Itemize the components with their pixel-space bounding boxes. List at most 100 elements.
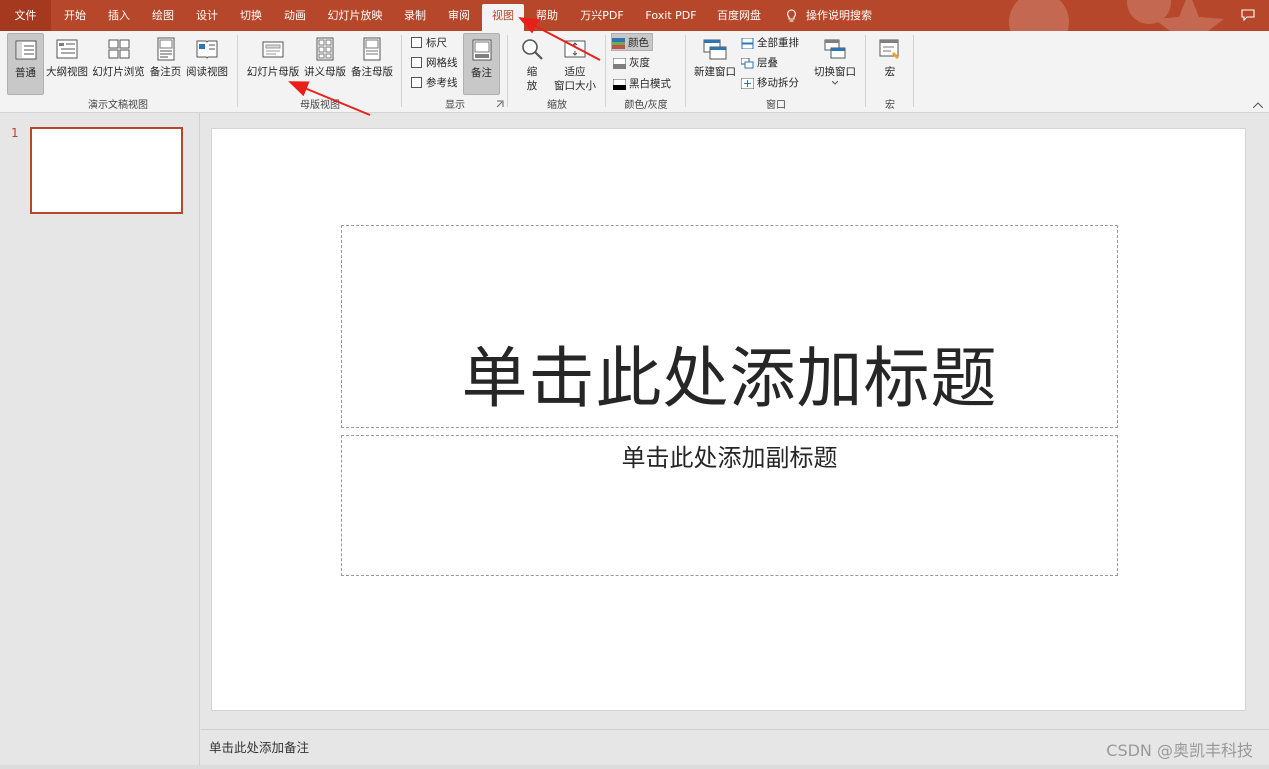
collapse-ribbon-icon[interactable]: [1253, 102, 1263, 108]
cascade-icon: [741, 57, 754, 68]
subtitle-placeholder-text: 单击此处添加副标题: [621, 444, 838, 472]
move-split-icon: [741, 77, 754, 89]
tab-file[interactable]: 文件: [0, 0, 51, 31]
notes-page-icon: [157, 37, 174, 61]
ruler-checkbox-box[interactable]: [411, 36, 422, 48]
slide-master-icon: [262, 41, 284, 58]
show-group-label: 显示: [445, 100, 465, 111]
slide-canvas[interactable]: 单击此处添加标题 单击此处添加副标题: [211, 128, 1246, 711]
comment-icon[interactable]: [1241, 9, 1255, 21]
slide-master-label: 幻灯片母版: [246, 66, 300, 78]
outline-view-icon: [56, 39, 78, 59]
new-window-icon: [703, 39, 727, 60]
tab-insert[interactable]: 插入: [98, 4, 140, 31]
black-white-icon: [613, 78, 626, 90]
group-zoom: 缩放 适应 窗口大小 缩放: [510, 31, 604, 113]
group-window: 新建窗口 全部重排 层叠 移动拆分 切换窗口 窗口: [688, 31, 864, 113]
notes-master-label: 备注母版: [351, 66, 393, 78]
master-views-group-label: 母版视图: [300, 100, 340, 111]
handout-master-button[interactable]: 讲义母版: [302, 33, 348, 95]
tab-animations[interactable]: 动画: [274, 4, 316, 31]
move-split-label: 移动拆分: [757, 77, 799, 89]
tab-design[interactable]: 设计: [186, 4, 228, 31]
notes-master-icon: [363, 37, 381, 61]
notes-page-label: 备注页: [149, 66, 182, 78]
tab-slideshow[interactable]: 幻灯片放映: [318, 4, 392, 31]
cascade-button[interactable]: 层叠: [741, 54, 778, 72]
fit-label-line1: 适应: [564, 66, 586, 78]
title-placeholder[interactable]: 单击此处添加标题: [341, 225, 1118, 428]
group-color-grayscale: 颜色 灰度 黑白模式 颜色/灰度: [608, 31, 684, 113]
tab-wondershare-pdf[interactable]: 万兴PDF: [572, 4, 632, 31]
tab-view[interactable]: 视图: [482, 4, 524, 31]
outline-view-label: 大纲视图: [46, 66, 88, 78]
tab-baidu-netdisk[interactable]: 百度网盘: [710, 4, 768, 31]
slide-thumbnail[interactable]: [30, 127, 183, 214]
fit-to-window-label: 适应 窗口大小: [550, 65, 600, 93]
switch-windows-button[interactable]: 切换窗口: [812, 33, 858, 95]
ruler-checkbox[interactable]: 标尺: [411, 34, 447, 52]
tab-review[interactable]: 审阅: [438, 4, 480, 31]
normal-view-button[interactable]: 普通: [7, 33, 44, 95]
notes-toggle-button[interactable]: 备注: [463, 33, 500, 95]
notes-icon: [472, 39, 491, 61]
group-master-views: 幻灯片母版 讲义母版 备注母版 母版视图: [240, 31, 400, 113]
arrange-all-label: 全部重排: [757, 37, 799, 49]
tab-draw[interactable]: 绘图: [142, 4, 184, 31]
color-button[interactable]: 颜色: [611, 33, 653, 51]
ruler-label: 标尺: [426, 37, 447, 49]
tab-home[interactable]: 开始: [54, 4, 96, 31]
slide-sorter-label: 幻灯片浏览: [92, 66, 145, 78]
ribbon-view: 普通 大纲视图 幻灯片浏览 备注页 阅读视图 演示文稿视图 幻灯片母版 讲义母版…: [0, 31, 1269, 113]
grayscale-button[interactable]: 灰度: [613, 54, 650, 72]
macros-button[interactable]: 宏: [872, 33, 908, 95]
tab-bar-decoration: [1009, 0, 1224, 31]
gridlines-label: 网格线: [426, 57, 458, 69]
group-separator: [685, 35, 686, 107]
group-presentation-views: 普通 大纲视图 幻灯片浏览 备注页 阅读视图 演示文稿视图: [0, 31, 236, 113]
fit-to-window-button[interactable]: 适应 窗口大小: [550, 33, 600, 95]
subtitle-placeholder[interactable]: 单击此处添加副标题: [341, 435, 1118, 576]
gridlines-checkbox[interactable]: 网格线: [411, 54, 458, 72]
cascade-label: 层叠: [757, 57, 778, 69]
title-placeholder-text: 单击此处添加标题: [461, 340, 998, 417]
group-separator: [401, 35, 402, 107]
zoom-label-line1: 缩: [526, 66, 538, 78]
guides-checkbox[interactable]: 参考线: [411, 74, 458, 92]
notes-master-button[interactable]: 备注母版: [348, 33, 396, 95]
black-white-button[interactable]: 黑白模式: [613, 75, 671, 93]
macros-label: 宏: [884, 66, 896, 78]
guides-label: 参考线: [426, 77, 458, 89]
outline-view-button[interactable]: 大纲视图: [44, 33, 90, 95]
tab-record[interactable]: 录制: [394, 4, 436, 31]
slide-sorter-button[interactable]: 幻灯片浏览: [90, 33, 147, 95]
new-window-label: 新建窗口: [694, 66, 736, 78]
slide-sorter-icon: [108, 39, 129, 59]
slide-master-button[interactable]: 幻灯片母版: [244, 33, 302, 95]
tab-help[interactable]: 帮助: [526, 4, 568, 31]
handout-master-icon: [316, 37, 334, 61]
move-split-button[interactable]: 移动拆分: [741, 74, 799, 92]
group-separator: [237, 35, 238, 107]
presentation-views-group-label: 演示文稿视图: [88, 100, 148, 111]
notes-page-button[interactable]: 备注页: [147, 33, 184, 95]
magnifier-icon: [522, 39, 543, 60]
notes-toggle-label: 备注: [471, 67, 492, 79]
new-window-button[interactable]: 新建窗口: [691, 33, 739, 95]
reading-view-button[interactable]: 阅读视图: [184, 33, 230, 95]
tab-transitions[interactable]: 切换: [230, 4, 272, 31]
grayscale-icon: [613, 57, 626, 69]
color-swatch-icon: [612, 37, 625, 49]
gridlines-checkbox-box[interactable]: [411, 56, 422, 68]
group-macros: 宏 宏: [868, 31, 912, 113]
guides-checkbox-box[interactable]: [411, 76, 422, 88]
thumbnail-number: 1: [11, 126, 19, 140]
normal-view-label: 普通: [15, 67, 36, 79]
switch-windows-label: 切换窗口: [814, 66, 856, 78]
tab-foxit-pdf[interactable]: Foxit PDF: [638, 4, 704, 31]
notes-placeholder: 单击此处添加备注: [209, 740, 310, 755]
zoom-button[interactable]: 缩放: [516, 33, 548, 95]
tell-me-search[interactable]: 操作说明搜索: [806, 4, 896, 31]
group-separator: [605, 35, 606, 107]
arrange-all-button[interactable]: 全部重排: [741, 34, 799, 52]
